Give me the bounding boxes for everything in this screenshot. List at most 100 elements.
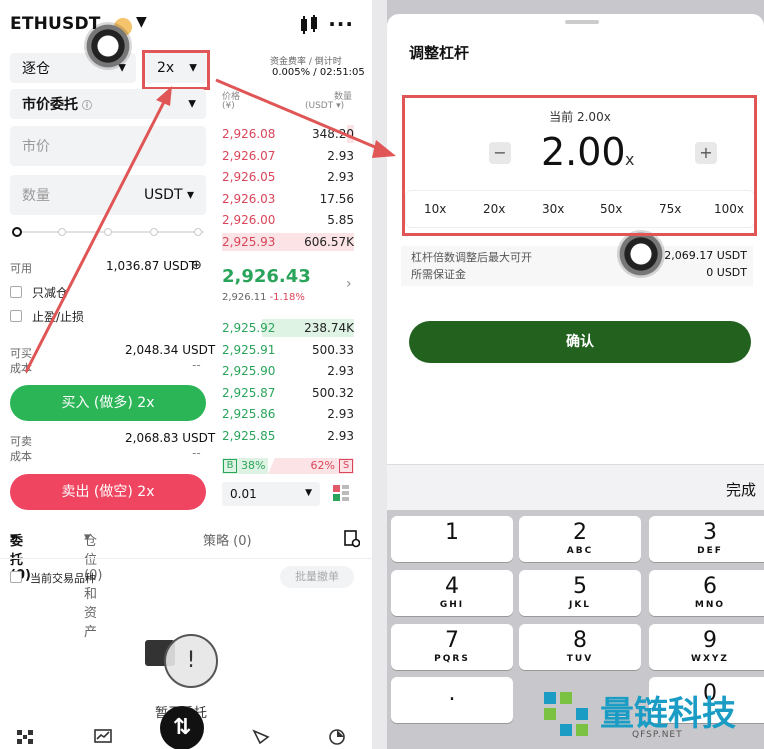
assets-icon[interactable]	[328, 729, 346, 745]
more-icon[interactable]: ···	[328, 12, 354, 36]
order-quantity: 2.93	[327, 407, 354, 422]
touch-indicator	[84, 22, 132, 70]
slider-step[interactable]	[104, 228, 112, 236]
key-letters: TUV	[566, 654, 594, 664]
key-1[interactable]: 1	[391, 516, 513, 562]
key-4[interactable]: 4 GHI	[391, 570, 513, 616]
key-letters: GHI	[439, 600, 465, 610]
bid-row[interactable]: 2,925.87 500.32	[222, 383, 354, 403]
order-price: 2,926.05	[222, 170, 276, 185]
trade-icon[interactable]: ⇅	[160, 706, 204, 749]
can-sell-label: 可卖	[10, 435, 32, 448]
order-type-select[interactable]: 市价委托 ⓘ ▼	[10, 89, 206, 119]
leverage-info: 杠杆倍数调整后最大可开 2,069.17 USDT 所需保证金 0 USDT	[401, 246, 753, 286]
ask-row[interactable]: 2,926.08 348.20	[222, 124, 354, 144]
bid-row[interactable]: 2,925.85 2.93	[222, 426, 354, 446]
cost-label: 成本	[10, 362, 32, 375]
bid-row[interactable]: 2,925.86 2.93	[222, 404, 354, 424]
key-2[interactable]: 2 ABC	[519, 516, 641, 562]
market-icon[interactable]	[94, 729, 112, 745]
key-digit: 3	[703, 520, 717, 545]
key-7[interactable]: 7 PQRS	[391, 624, 513, 670]
key-digit: 1	[445, 520, 459, 545]
symbol-title[interactable]: ETHUSDT	[10, 14, 101, 34]
watermark-brand: 量链科技	[600, 694, 736, 734]
available-value: 1,036.87 USDT	[106, 259, 197, 273]
key-digit: 5	[573, 574, 587, 599]
home-icon[interactable]	[16, 729, 34, 745]
key-digit: 2	[573, 520, 587, 545]
order-quantity: 238.74K	[304, 321, 354, 335]
order-quantity: 2.93	[327, 170, 354, 185]
key-letters: ABC	[566, 546, 594, 556]
ask-row[interactable]: 2,926.00 5.85	[222, 210, 354, 230]
tpsl-checkbox[interactable]	[10, 310, 22, 322]
sell-short-button[interactable]: 卖出 (做空) 2x	[10, 474, 206, 510]
add-funds-icon[interactable]: ⊕	[191, 258, 202, 273]
batch-cancel-button[interactable]: 批量撤单	[280, 566, 354, 588]
order-history-icon[interactable]	[344, 530, 360, 548]
amount-slider[interactable]	[12, 226, 204, 238]
key-decimal[interactable]: .	[391, 677, 513, 723]
quantity-input[interactable]: 数量 USDT ▾	[10, 175, 206, 215]
sheet-title: 调整杠杆	[409, 44, 470, 62]
ask-row[interactable]: 2,926.07 2.93	[222, 146, 354, 166]
key-9[interactable]: 9 WXYZ	[649, 624, 764, 670]
order-quantity: 5.85	[327, 213, 354, 228]
price-input[interactable]: 市价	[10, 126, 206, 166]
keyboard-toolbar: 完成	[387, 464, 764, 510]
key-letters: PQRS	[434, 654, 470, 664]
sheet-handle[interactable]	[565, 20, 599, 24]
margin-mode-label: 逐仓	[22, 61, 50, 77]
key-letters: JKL	[568, 600, 592, 610]
orderbook-layout-icon[interactable]	[332, 484, 350, 502]
divider	[0, 558, 372, 559]
discover-icon[interactable]	[252, 729, 270, 745]
bid-row[interactable]: 2,925.92 238.74K	[222, 318, 354, 338]
order-quantity: 348.20	[312, 127, 354, 141]
tab-orders[interactable]: 委托 (0) ▾	[10, 530, 31, 583]
key-6[interactable]: 6 MNO	[649, 570, 764, 616]
ask-row[interactable]: 2,926.05 2.93	[222, 167, 354, 187]
caret-down-icon: ▼	[188, 98, 196, 110]
key-digit: 7	[445, 628, 459, 653]
price-placeholder: 市价	[22, 139, 50, 155]
slider-step[interactable]	[194, 228, 202, 236]
available-label: 可用	[10, 262, 32, 275]
annotation-box-leverage-editor	[402, 95, 757, 236]
chevron-right-icon[interactable]: ›	[346, 276, 352, 292]
order-quantity: 17.56	[319, 191, 354, 206]
candlestick-icon[interactable]	[298, 14, 320, 36]
caret-down-icon: ▼	[305, 488, 312, 498]
buy-long-button[interactable]: 买入 (做多) 2x	[10, 385, 206, 421]
key-3[interactable]: 3 DEF	[649, 516, 764, 562]
order-price: 2,925.87	[222, 385, 276, 400]
order-price: 2,926.03	[222, 191, 276, 206]
screenshot-root: ETHUSDT ▼ ··· 逐仓 ▼ 2x ▼ 资金费率 / 倒计时 0.005…	[0, 0, 764, 749]
bid-row[interactable]: 2,925.90 2.93	[222, 361, 354, 381]
done-button[interactable]: 完成	[726, 479, 756, 500]
key-5[interactable]: 5 JKL	[519, 570, 641, 616]
watermark-site: QFSP.NET	[632, 730, 683, 740]
key-8[interactable]: 8 TUV	[519, 624, 641, 670]
current-symbol-checkbox[interactable]	[10, 571, 22, 583]
quantity-unit-select[interactable]: USDT ▾	[144, 187, 194, 203]
qty-unit-select[interactable]: (USDT ▾)	[305, 101, 344, 111]
funding-value: 0.005% / 02:51:05	[272, 67, 365, 78]
bid-row[interactable]: 2,925.91 500.33	[222, 340, 354, 360]
funding-label: 资金费率 / 倒计时	[270, 57, 342, 67]
sell-ratio: 62%	[310, 459, 335, 472]
reduce-only-checkbox[interactable]	[10, 286, 22, 298]
slider-knob[interactable]	[12, 227, 22, 237]
ask-row[interactable]: 2,926.03 17.56	[222, 189, 354, 209]
slider-step[interactable]	[58, 228, 66, 236]
cost-value: --	[192, 358, 201, 372]
slider-step[interactable]	[150, 228, 158, 236]
tab-strategy[interactable]: 策略 (0)	[203, 530, 252, 549]
ask-row[interactable]: 2,925.93 606.57K	[222, 232, 354, 252]
precision-select[interactable]: 0.01 ▼	[222, 482, 320, 506]
caret-down-icon[interactable]: ▼	[136, 14, 147, 30]
confirm-button[interactable]: 确认	[409, 321, 751, 363]
tab-positions[interactable]: 仓位 (0) 和资产 ▾	[84, 530, 102, 640]
key-letters: MNO	[694, 600, 726, 610]
